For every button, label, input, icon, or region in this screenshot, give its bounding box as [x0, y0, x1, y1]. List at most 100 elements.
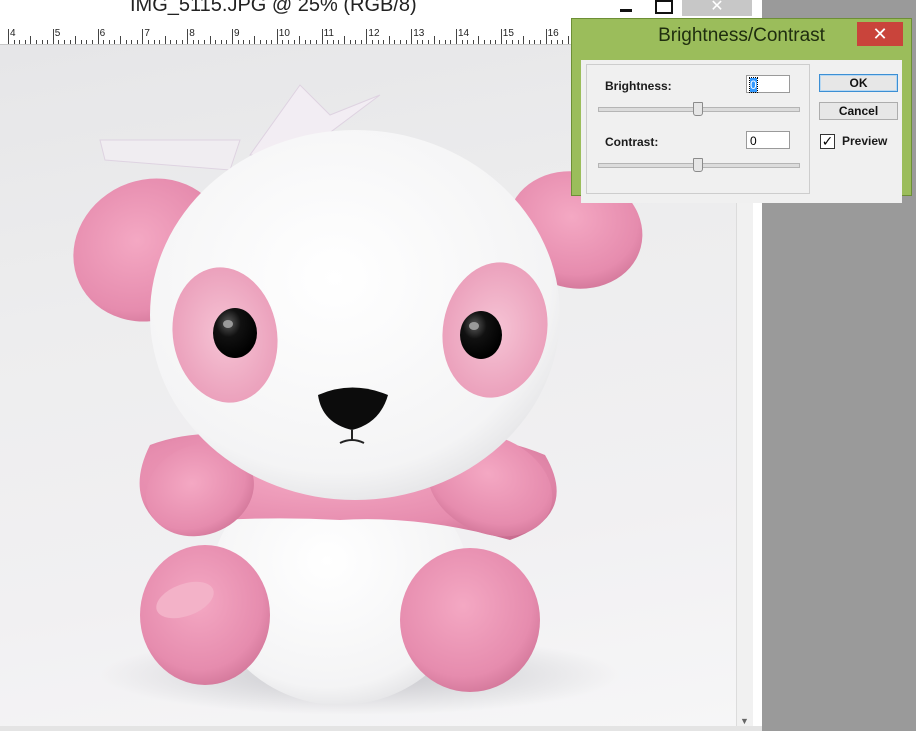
- ruler-minor-tick: [388, 36, 390, 44]
- ruler-minor-tick: [148, 40, 149, 44]
- ruler-minor-tick: [372, 40, 373, 44]
- ruler-minor-tick: [120, 36, 121, 44]
- preview-checkbox[interactable]: ✓: [820, 134, 835, 149]
- ruler-minor-tick: [288, 40, 289, 44]
- ruler-minor-tick: [41, 40, 43, 44]
- ruler-minor-tick: [131, 40, 133, 44]
- ruler-minor-tick: [433, 36, 435, 44]
- ruler-minor-tick: [108, 40, 110, 44]
- ruler-minor-tick: [484, 40, 485, 44]
- ruler-minor-tick: [400, 40, 401, 44]
- status-bar: [0, 726, 762, 731]
- contrast-label: Contrast:: [605, 135, 659, 149]
- ruler-label: 16: [547, 28, 559, 39]
- ruler-minor-tick: [416, 40, 418, 44]
- ruler-major-tick: [456, 29, 457, 44]
- ruler-minor-tick: [176, 40, 177, 44]
- ruler-label: 4: [10, 28, 16, 39]
- ruler-minor-tick: [551, 40, 553, 44]
- ruler-minor-tick: [478, 36, 480, 44]
- ruler-minor-tick: [383, 40, 385, 44]
- ruler-minor-tick: [517, 40, 519, 44]
- ruler-minor-tick: [24, 40, 26, 44]
- minimize-icon[interactable]: [610, 0, 642, 16]
- brightness-slider-thumb[interactable]: [693, 102, 703, 116]
- ruler-minor-tick: [58, 40, 60, 44]
- ruler-minor-tick: [209, 36, 211, 44]
- ruler-minor-tick: [237, 40, 239, 44]
- ruler-label: 7: [144, 28, 150, 39]
- ruler-minor-tick: [349, 40, 351, 44]
- ruler-label: 8: [189, 28, 195, 39]
- ruler-minor-tick: [69, 40, 71, 44]
- ruler-minor-tick: [170, 40, 172, 44]
- ruler-minor-tick: [47, 40, 49, 44]
- ruler-minor-tick: [136, 40, 138, 44]
- brightness-contrast-dialog: Brightness/Contrast ✕ Brightness: 0 Cont…: [571, 18, 912, 203]
- ruler-minor-tick: [125, 40, 127, 44]
- ruler-minor-tick: [293, 40, 295, 44]
- ruler-minor-tick: [523, 36, 525, 44]
- ruler-minor-tick: [220, 40, 222, 44]
- ruler-minor-tick: [271, 40, 273, 44]
- ruler-label: 10: [278, 28, 290, 39]
- ruler-minor-tick: [332, 40, 334, 44]
- ruler-minor-tick: [394, 40, 396, 44]
- ruler-minor-tick: [444, 40, 446, 44]
- ruler-minor-tick: [472, 40, 474, 44]
- ruler-minor-tick: [316, 40, 317, 44]
- ruler-minor-tick: [450, 40, 452, 44]
- ruler-minor-tick: [226, 40, 228, 44]
- ruler-label: 5: [54, 28, 61, 39]
- ruler-major-tick: [500, 29, 502, 44]
- ruler-minor-tick: [355, 40, 357, 44]
- ruler-minor-tick: [192, 40, 194, 44]
- close-icon: ✕: [872, 23, 888, 44]
- ruler-minor-tick: [428, 40, 429, 44]
- dialog-body: Brightness: 0 Contrast: 0 OK Cancel ✓ Pr…: [581, 60, 902, 203]
- ruler-label: 13: [413, 28, 425, 39]
- ruler-minor-tick: [103, 40, 105, 44]
- ruler-minor-tick: [30, 36, 32, 44]
- ruler-minor-tick: [304, 40, 306, 44]
- ruler-minor-tick: [13, 40, 15, 44]
- preview-label: Preview: [842, 134, 888, 148]
- ruler-major-tick: [545, 29, 547, 44]
- ruler-minor-tick: [377, 40, 379, 44]
- adjustments-group: Brightness: 0 Contrast: 0: [586, 64, 810, 194]
- ruler-label: 6: [99, 28, 106, 39]
- ruler-minor-tick: [489, 40, 491, 44]
- window-close-button[interactable]: ✕: [682, 0, 752, 16]
- ruler-minor-tick: [299, 36, 301, 44]
- ruler-minor-tick: [556, 40, 558, 44]
- ruler-major-tick: [411, 29, 413, 44]
- contrast-input[interactable]: 0: [746, 131, 790, 149]
- brightness-input[interactable]: 0: [746, 75, 790, 93]
- ruler-major-tick: [142, 29, 144, 44]
- ruler-minor-tick: [310, 40, 312, 44]
- dialog-close-button[interactable]: ✕: [857, 22, 903, 46]
- ruler-major-tick: [97, 29, 99, 44]
- ruler-major-tick: [52, 29, 54, 44]
- ok-button[interactable]: OK: [819, 74, 898, 92]
- ruler-minor-tick: [80, 40, 82, 44]
- ruler-minor-tick: [568, 36, 569, 44]
- ruler-minor-tick: [405, 40, 407, 44]
- ruler-minor-tick: [344, 36, 345, 44]
- ruler-minor-tick: [260, 40, 261, 44]
- ruler-minor-tick: [282, 40, 284, 44]
- ruler-minor-tick: [215, 40, 217, 44]
- ruler-minor-tick: [254, 36, 256, 44]
- ruler-minor-tick: [204, 40, 205, 44]
- ruler-minor-tick: [248, 40, 250, 44]
- ruler-minor-tick: [198, 40, 200, 44]
- cancel-button[interactable]: Cancel: [819, 102, 898, 120]
- ruler-minor-tick: [562, 40, 564, 44]
- ruler-major-tick: [366, 29, 368, 44]
- maximize-icon[interactable]: [648, 0, 680, 16]
- contrast-slider-thumb[interactable]: [693, 158, 703, 172]
- document-title-bar[interactable]: IMG_5115.JPG @ 25% (RGB/8) ✕: [0, 0, 762, 18]
- scroll-down-icon[interactable]: ▼: [740, 716, 749, 726]
- ruler-minor-tick: [181, 40, 183, 44]
- ruler-minor-tick: [243, 40, 245, 44]
